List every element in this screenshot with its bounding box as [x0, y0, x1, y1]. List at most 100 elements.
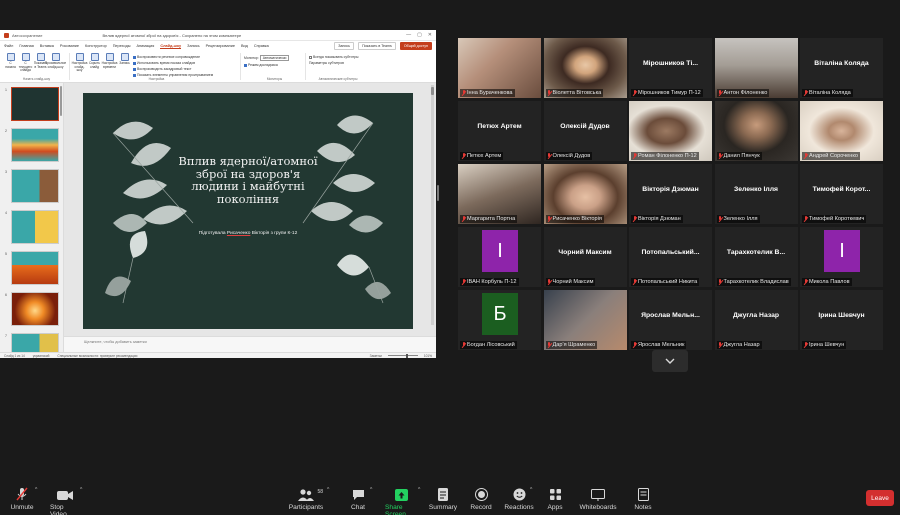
current-slide[interactable]: Вплив ядерної/атомної зброї на здоров'я …: [83, 93, 413, 329]
audio-options-caret[interactable]: ^: [35, 487, 37, 493]
record-show-button[interactable]: Запись: [118, 53, 131, 80]
participants-button[interactable]: 58 Participants: [289, 487, 323, 511]
chat-button[interactable]: Chat: [349, 487, 367, 511]
video-options-caret[interactable]: ^: [80, 487, 82, 493]
from-beginning-button[interactable]: С начала: [4, 53, 17, 80]
setup-show-button[interactable]: Настройка слайд-шоу: [72, 53, 87, 80]
close-icon[interactable]: ✕: [428, 32, 432, 38]
participant-tile[interactable]: Андрей Сороченко: [800, 101, 883, 161]
thumbnails-scrollbar[interactable]: [60, 86, 62, 116]
hide-slide-icon: [90, 53, 99, 61]
participant-tile[interactable]: Віталіна Коляда Віталіна Коляда: [800, 38, 883, 98]
ribbon-group-setup: Настройка слайд-шоу Скрыть слайд Настрой…: [72, 53, 241, 81]
slide-thumbnail[interactable]: 4: [5, 210, 59, 244]
monitor-select[interactable]: Автоматически: [259, 55, 290, 61]
language-status[interactable]: украинский: [33, 354, 50, 358]
participant-tile[interactable]: Рисаченко Вікторія: [543, 164, 627, 224]
minimize-icon[interactable]: —: [406, 32, 411, 38]
menu-tab[interactable]: Конструктор: [85, 44, 107, 48]
ribbon-checkbox[interactable]: Использовать время показа слайдов: [133, 61, 213, 65]
custom-show-button[interactable]: Произвольное слайд-шоу: [45, 53, 66, 80]
share-button[interactable]: Общий доступ: [399, 42, 432, 50]
apps-grid-icon: [549, 487, 562, 501]
menu-tab[interactable]: Вид: [241, 44, 248, 48]
rehearse-timings-button[interactable]: Настройка времени: [102, 53, 117, 80]
ribbon-checkbox[interactable]: Воспроизвести речевое сопровождение: [133, 55, 213, 59]
share-options-caret[interactable]: ^: [418, 487, 420, 493]
record-button[interactable]: Запись: [334, 42, 355, 50]
zoom-level[interactable]: 101%: [424, 354, 432, 358]
participant-tile[interactable]: І ІВАН Корбуль П-12: [458, 227, 541, 287]
participant-tile[interactable]: Роман Філоненко П-12: [629, 101, 712, 161]
participant-tile[interactable]: Віолетта Вітовська: [543, 38, 627, 98]
menu-tab[interactable]: Файл: [4, 44, 13, 48]
menu-tab[interactable]: Рецензирование: [206, 44, 235, 48]
split-view-handle[interactable]: [437, 185, 439, 201]
accessibility-status[interactable]: Специальные возможности: проверьте реком…: [57, 354, 137, 358]
slide-thumbnail[interactable]: 6: [5, 292, 59, 326]
ribbon-checkbox[interactable]: Всегда показывать субтитры: [309, 55, 358, 59]
participant-tile[interactable]: Петюх Артем Петюх Артем: [458, 101, 541, 161]
participant-tile[interactable]: Вікторія Дзюман Вікторія Дзюман: [629, 164, 712, 224]
ribbon-checkbox[interactable]: Режим докладчика: [244, 63, 289, 67]
menu-tab[interactable]: Справка: [254, 44, 269, 48]
notes-pane[interactable]: Щелкните, чтобы добавить заметки: [64, 336, 436, 352]
slide-thumbnail[interactable]: 1: [5, 87, 59, 121]
unmute-button[interactable]: Unmute: [10, 487, 34, 511]
participant-tile[interactable]: Потопальський... Потопальський Никита: [629, 227, 712, 287]
participant-tile[interactable]: Мірошников Ті... Мірошников Тимур П-12: [629, 38, 712, 98]
participants-options-caret[interactable]: ^: [327, 487, 329, 493]
slide-title[interactable]: Вплив ядерної/атомної зброї на здоров'я …: [173, 155, 323, 205]
present-teams-button[interactable]: Показать в Teams: [358, 42, 396, 50]
menu-tab[interactable]: Слайд-шоу: [160, 44, 182, 49]
slide-thumbnail[interactable]: 5: [5, 251, 59, 285]
participant-tile[interactable]: Ірина Шевчун Ірина Шевчун: [800, 290, 883, 350]
reactions-button[interactable]: Reactions: [504, 487, 534, 511]
participant-tile[interactable]: Зеленко Ілля Зеленко Ілля: [714, 164, 798, 224]
editor-scroll-thumb[interactable]: [431, 87, 434, 95]
slide-thumbnail[interactable]: 3: [5, 169, 59, 203]
participant-tile[interactable]: Б Богдан Лісовський: [458, 290, 541, 350]
notes-button[interactable]: Notes: [634, 487, 652, 511]
notes-toggle[interactable]: Заметки: [370, 354, 382, 358]
zoom-slider[interactable]: [387, 353, 418, 358]
participant-tile[interactable]: Ярослав Мельн... Ярослав Мельник: [629, 290, 712, 350]
captions-settings-button[interactable]: Параметры субтитров: [309, 61, 358, 65]
ribbon-checkbox[interactable]: Воспроизводить закадровый текст: [133, 67, 213, 71]
chat-options-caret[interactable]: ^: [370, 487, 372, 493]
hide-slide-button[interactable]: Скрыть слайд: [88, 53, 101, 80]
participant-tile[interactable]: Данил Пянчук: [714, 101, 798, 161]
summary-button[interactable]: Summary: [429, 487, 457, 511]
participant-tile[interactable]: Чорний Максим Чорний Максим: [543, 227, 627, 287]
participant-tile[interactable]: Антон Філоненко: [714, 38, 798, 98]
from-current-button[interactable]: С текущего слайда: [19, 53, 32, 80]
participant-tile[interactable]: Тимофей Корот... Тимофей Короткевич: [800, 164, 883, 224]
menu-tab[interactable]: Переходы: [113, 44, 131, 48]
participant-tile[interactable]: І Микола Павлов: [800, 227, 883, 287]
participant-tile[interactable]: Тарахкотелик В... Тарахкотелик Владислав: [714, 227, 798, 287]
menu-tab[interactable]: Вставка: [40, 44, 54, 48]
participant-tile[interactable]: Дар'я Шраменко: [543, 290, 627, 350]
maximize-icon[interactable]: ▢: [417, 32, 422, 38]
share-screen-button[interactable]: Share Screen: [385, 487, 417, 515]
apps-button[interactable]: Apps: [546, 487, 564, 511]
editor-scrollbar[interactable]: [431, 85, 434, 325]
stop-video-button[interactable]: Stop Video: [50, 487, 80, 515]
menu-tab[interactable]: Рисование: [60, 44, 79, 48]
gallery-next-page-button[interactable]: [652, 350, 688, 372]
menu-tab[interactable]: Запись: [187, 44, 199, 48]
record-button-zoom[interactable]: Record: [469, 487, 493, 511]
slide-subtitle[interactable]: Підготувала Рисаченко Вікторія з групи К…: [163, 231, 333, 236]
participant-tile[interactable]: Маргарита Портна: [458, 164, 541, 224]
leave-button[interactable]: Leave: [866, 490, 894, 506]
menu-tab[interactable]: Анимация: [137, 44, 155, 48]
participant-tile[interactable]: Інна Бураченкова: [458, 38, 541, 98]
participant-tile[interactable]: Олексій Дудов Олексій Дудов: [543, 101, 627, 161]
slide-thumbnail[interactable]: 2: [5, 128, 59, 162]
mic-muted-icon: [461, 342, 466, 348]
slide-thumbnail[interactable]: 7: [5, 333, 59, 352]
reactions-options-caret[interactable]: ^: [530, 487, 532, 493]
menu-tab[interactable]: Главная: [19, 44, 33, 48]
whiteboards-button[interactable]: Whiteboards: [579, 487, 617, 511]
participant-tile[interactable]: Джугла Назар Джугла Назар: [714, 290, 798, 350]
